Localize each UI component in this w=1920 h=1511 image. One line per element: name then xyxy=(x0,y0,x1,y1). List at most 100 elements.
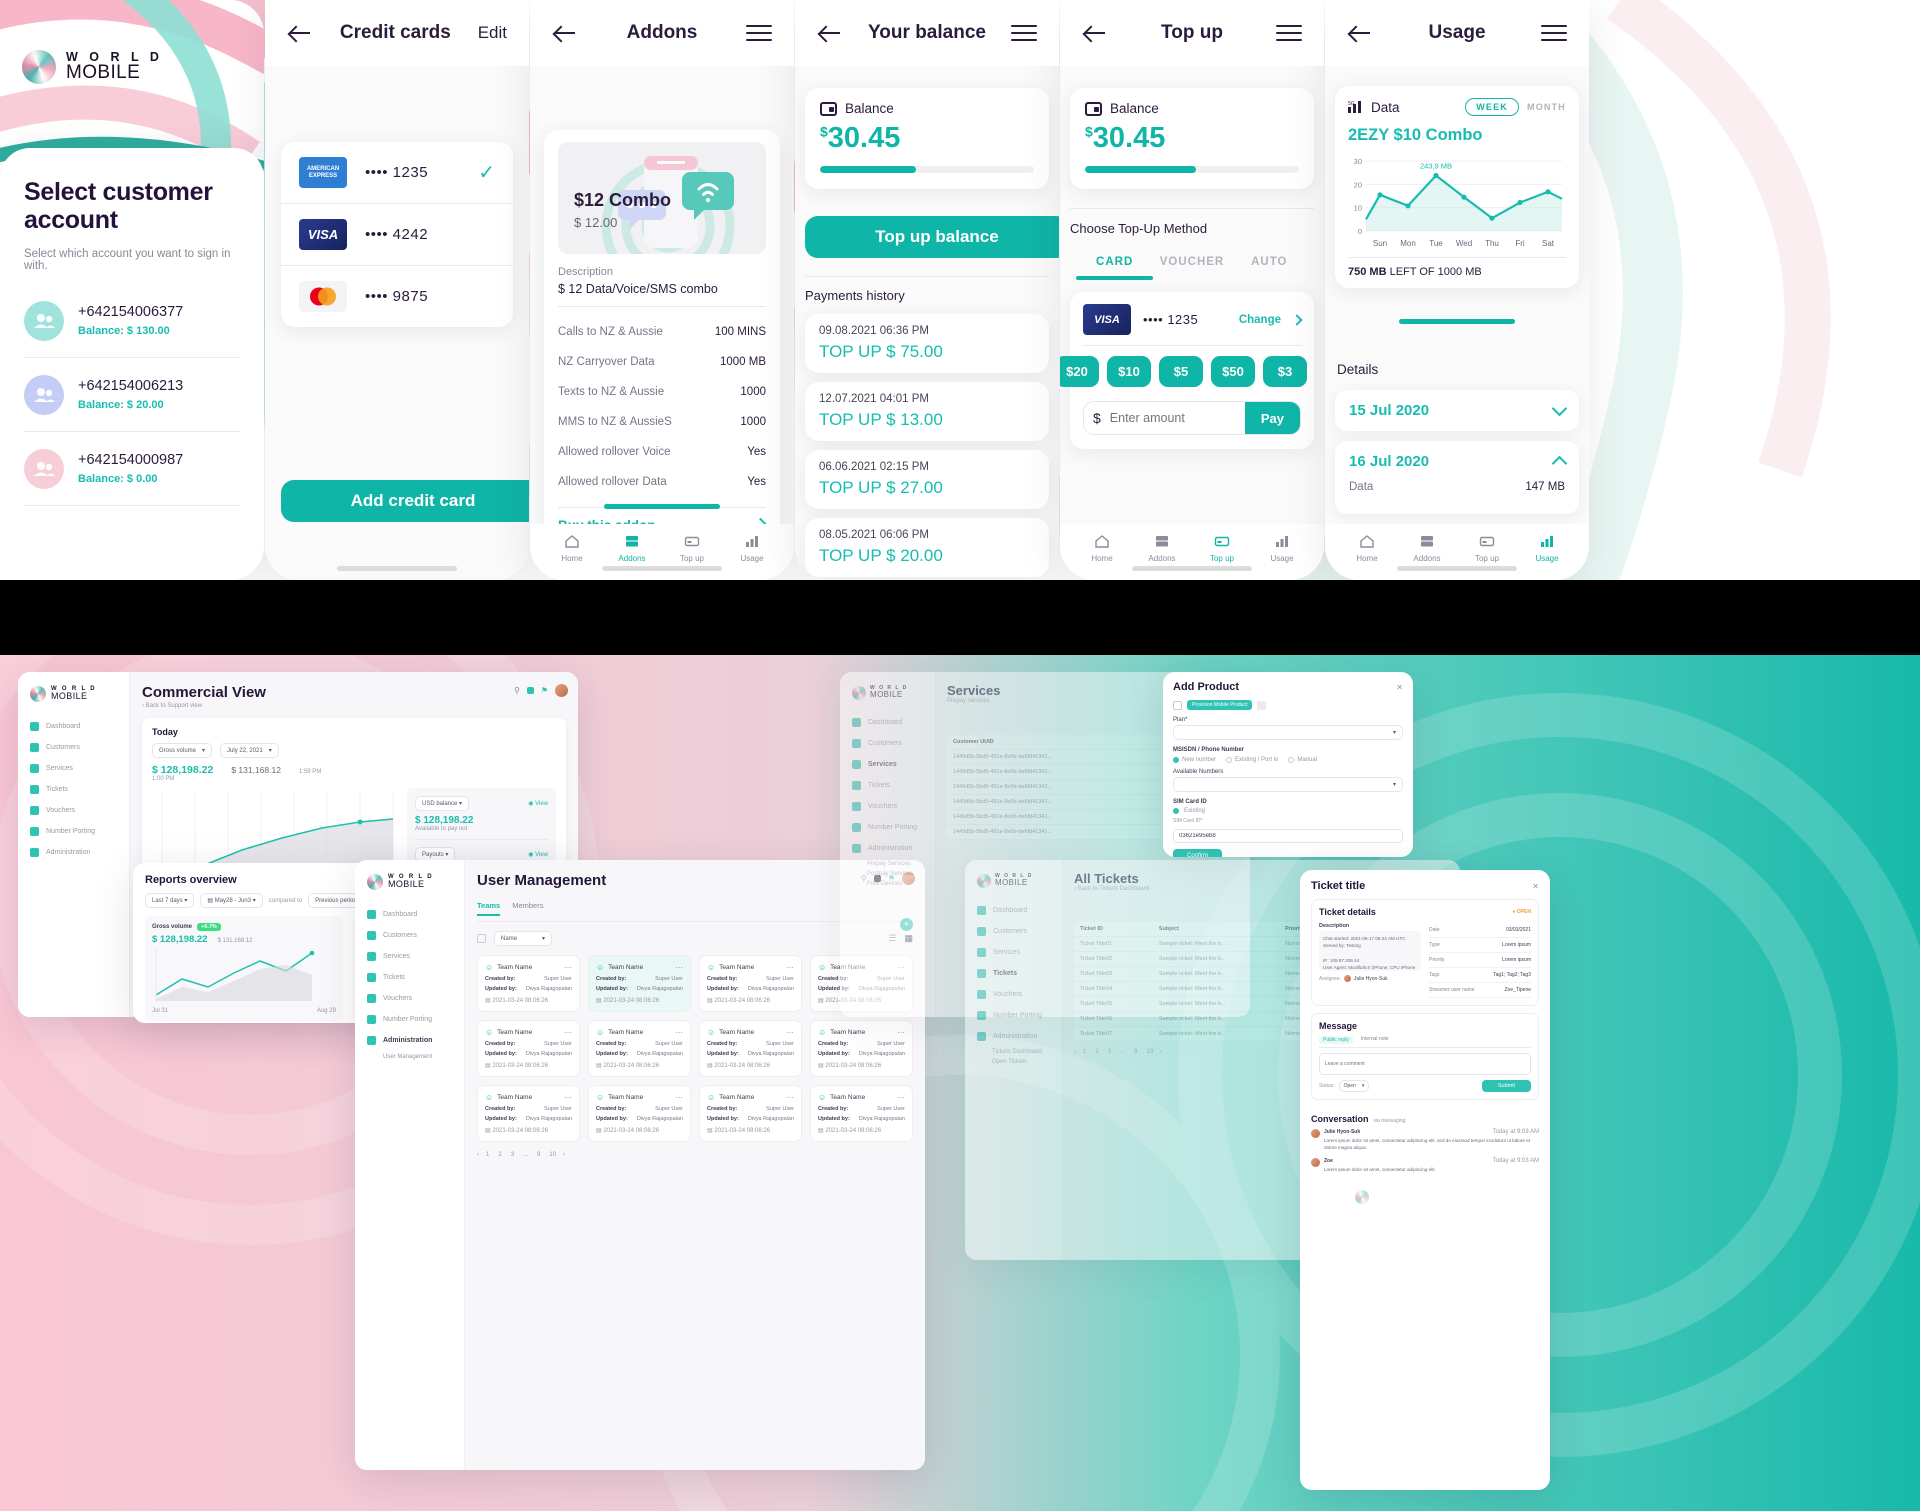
selected-card-row[interactable]: VISA •••• 1235 Change xyxy=(1083,304,1303,335)
sidebar-item-services[interactable]: Services xyxy=(367,946,452,967)
page-next[interactable]: › xyxy=(1160,1049,1162,1055)
sidebar-item-tickets[interactable]: Tickets xyxy=(977,963,1050,984)
sidebar-item-administration[interactable]: Administration xyxy=(30,842,117,863)
team-card[interactable]: ☺Team Name ⋯ Created by: Super User Updated … xyxy=(810,1020,913,1077)
sidebar-item-customers[interactable]: Customers xyxy=(977,921,1050,942)
page-number[interactable]: 9 xyxy=(535,1152,542,1158)
sidebar-item-customers[interactable]: Customers xyxy=(852,733,923,754)
page-number[interactable]: 10 xyxy=(1144,1049,1155,1055)
sidebar-item-vouchers[interactable]: Vouchers xyxy=(30,800,117,821)
page-number[interactable]: 1 xyxy=(484,1152,491,1158)
pay-button[interactable]: Pay xyxy=(1244,402,1300,434)
team-card[interactable]: ☺Team Name ⋯ Created by: Super User Updated … xyxy=(477,1085,580,1142)
sidebar-item-vouchers[interactable]: Vouchers xyxy=(367,988,452,1009)
account-row[interactable]: +642154006213 Balance: $ 20.00 xyxy=(24,358,240,432)
menu-icon[interactable] xyxy=(1276,20,1302,46)
more-icon[interactable]: ⋯ xyxy=(786,1093,794,1102)
metric-select[interactable]: Gross volume ▾ xyxy=(152,743,213,758)
apps-icon[interactable] xyxy=(526,687,534,694)
team-card[interactable]: ☺Team Name ⋯ Created by: Super User Updated … xyxy=(810,1085,913,1142)
tab-members[interactable]: Members xyxy=(512,901,543,916)
more-icon[interactable]: ⋯ xyxy=(675,1093,683,1102)
sidebar-item-services[interactable]: Services xyxy=(852,754,923,775)
page-number[interactable]: 10 xyxy=(547,1152,558,1158)
amount-chip[interactable]: $5 xyxy=(1159,356,1203,387)
sidebar-sub-item[interactable]: Open Tickets xyxy=(992,1057,1050,1067)
topup-tab-voucher[interactable]: VOUCHER xyxy=(1153,256,1230,276)
nav-item-addons[interactable]: Addons xyxy=(1132,534,1192,563)
status-select[interactable]: Open ▾ xyxy=(1338,1080,1370,1092)
more-icon[interactable]: ⋯ xyxy=(564,963,572,972)
sidebar-sub-item[interactable]: Tickets Dashboard xyxy=(992,1047,1050,1057)
nav-item-home[interactable]: Home xyxy=(542,534,602,563)
comment-input[interactable] xyxy=(1319,1053,1531,1075)
more-icon[interactable]: ⋯ xyxy=(897,1028,905,1037)
close-icon[interactable]: ✕ xyxy=(1532,882,1539,891)
amount-chip[interactable]: $20 xyxy=(1060,356,1099,387)
sidebar-item-services[interactable]: Services xyxy=(30,758,117,779)
nav-item-top-up[interactable]: Top up xyxy=(1457,534,1517,563)
nav-item-home[interactable]: Home xyxy=(1072,534,1132,563)
sidebar-item-services[interactable]: Services xyxy=(977,942,1050,963)
usage-detail-row[interactable]: 16 Jul 2020 Data 147 MB xyxy=(1335,441,1579,514)
page-number[interactable]: 2 xyxy=(1093,1049,1100,1055)
confirm-button[interactable]: Confirm xyxy=(1173,849,1223,857)
message-tab-0[interactable]: Public reply xyxy=(1319,1036,1353,1044)
nav-item-home[interactable]: Home xyxy=(1337,534,1397,563)
credit-card-row[interactable]: •••• 9875 xyxy=(281,266,513,327)
back-icon[interactable] xyxy=(552,20,578,46)
sidebar-item-vouchers[interactable]: Vouchers xyxy=(852,796,923,817)
month-toggle[interactable]: MONTH xyxy=(1527,102,1566,112)
nav-item-usage[interactable]: Usage xyxy=(722,534,782,563)
amount-chip[interactable]: $50 xyxy=(1211,356,1255,387)
usage-detail-row[interactable]: 15 Jul 2020 xyxy=(1335,390,1579,431)
topup-tab-card[interactable]: CARD xyxy=(1076,256,1153,276)
sidebar-sub-item[interactable]: Postpay Services xyxy=(867,869,923,879)
add-credit-card-button[interactable]: Add credit card xyxy=(281,480,529,522)
search-icon[interactable]: ⚲ xyxy=(514,686,520,695)
sidebar-item-administration[interactable]: Administration xyxy=(367,1030,452,1051)
sim-card-input[interactable] xyxy=(1173,829,1403,843)
sidebar-item-number-porting[interactable]: Number Porting xyxy=(977,1005,1050,1026)
sidebar-item-number-porting[interactable]: Number Porting xyxy=(30,821,117,842)
back-icon[interactable] xyxy=(1082,20,1108,46)
sidebar-item-vouchers[interactable]: Vouchers xyxy=(977,984,1050,1005)
page-number[interactable]: 3 xyxy=(1106,1049,1113,1055)
menu-icon[interactable] xyxy=(1541,20,1567,46)
page-prev[interactable]: ‹ xyxy=(1074,1049,1076,1055)
payment-row[interactable]: 06.06.2021 02:15 PM TOP UP $ 27.00 xyxy=(805,450,1049,509)
view-link[interactable]: ◉ View xyxy=(528,851,548,858)
payment-row[interactable]: 08.05.2021 06:06 PM TOP UP $ 20.00 xyxy=(805,518,1049,577)
back-link[interactable]: ‹ Back to Support view xyxy=(142,703,566,709)
sidebar-item-administration[interactable]: Administration xyxy=(977,1026,1050,1047)
team-card[interactable]: ☺Team Name ⋯ Created by: Super User Updated … xyxy=(588,955,691,1012)
payment-row[interactable]: 09.08.2021 06:36 PM TOP UP $ 75.00 xyxy=(805,314,1049,373)
more-icon[interactable]: ⋯ xyxy=(786,963,794,972)
nav-item-addons[interactable]: Addons xyxy=(602,534,662,563)
team-card[interactable]: ☺Team Name ⋯ Created by: Super User Updated … xyxy=(588,1085,691,1142)
nav-item-usage[interactable]: Usage xyxy=(1517,534,1577,563)
close-icon[interactable]: ✕ xyxy=(1396,683,1403,692)
change-card-link[interactable]: Change xyxy=(1239,314,1281,326)
amount-input[interactable] xyxy=(1109,411,1245,425)
more-icon[interactable]: ⋯ xyxy=(897,1093,905,1102)
team-card[interactable]: ☺Team Name ⋯ Created by: Super User Updated … xyxy=(477,955,580,1012)
week-toggle[interactable]: WEEK xyxy=(1465,98,1519,116)
bell-icon[interactable]: ⚑ xyxy=(541,686,548,695)
amount-chip[interactable]: $3 xyxy=(1263,356,1307,387)
avatar[interactable] xyxy=(555,684,568,697)
team-card[interactable]: ☺Team Name ⋯ Created by: Super User Updated … xyxy=(699,1020,802,1077)
view-link[interactable]: ◉ View xyxy=(528,800,548,807)
more-icon[interactable]: ⋯ xyxy=(786,1028,794,1037)
credit-card-row[interactable]: AMERICAN EXPRESS •••• 1235 ✓ xyxy=(281,142,513,204)
page-number[interactable]: ... xyxy=(521,1152,530,1158)
sidebar-item-tickets[interactable]: Tickets xyxy=(852,775,923,796)
report-filter[interactable]: Last 7 days ▾ xyxy=(145,893,195,908)
nav-item-top-up[interactable]: Top up xyxy=(1192,534,1252,563)
menu-icon[interactable] xyxy=(746,20,772,46)
tab-teams[interactable]: Teams xyxy=(477,901,501,916)
drag-handle-icon[interactable] xyxy=(1173,700,1182,710)
page-number[interactable]: ... xyxy=(1118,1049,1127,1055)
sidebar-item-number-porting[interactable]: Number Porting xyxy=(852,817,923,838)
provision-chip[interactable]: Provision Mobile Product xyxy=(1187,700,1253,710)
